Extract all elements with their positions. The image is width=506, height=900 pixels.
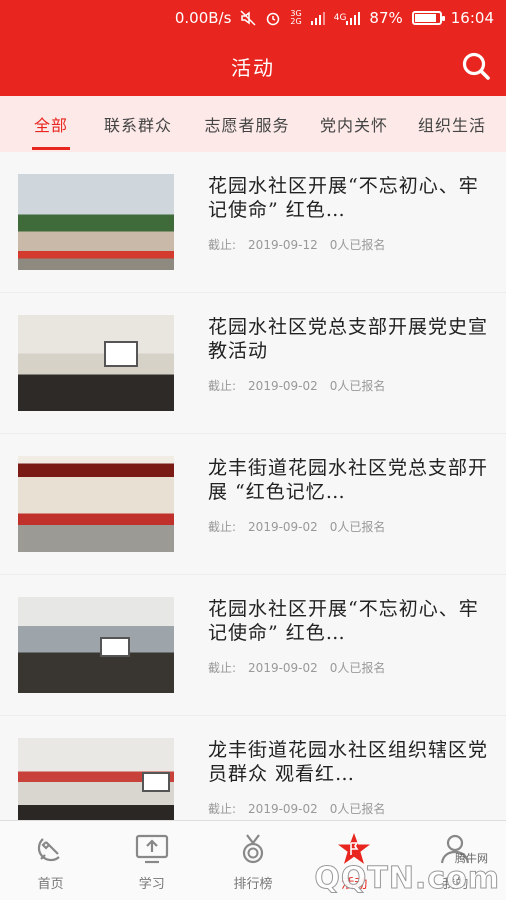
nav-label: 学习	[138, 877, 165, 892]
activity-thumbnail	[18, 597, 174, 693]
screen-upload-icon	[134, 831, 170, 867]
clock: 16:04	[450, 9, 494, 27]
nav-label: 首页	[37, 877, 64, 892]
tab-party-care[interactable]: 党内关怀	[306, 96, 402, 152]
page-title: 活动	[231, 56, 275, 80]
signup-count: 0人已报名	[329, 802, 386, 816]
deadline-date: 2019-09-02	[248, 379, 318, 393]
activity-thumbnail	[18, 738, 174, 820]
status-bar: 0.00B/s 3G 2G 4G 87% 16:04	[0, 0, 506, 36]
activity-list: 花园水社区开展“不忘初心、牢记使命” 红色… 截止: 2019-09-12 0人已报…	[0, 152, 506, 820]
deadline-label: 截止:	[208, 661, 237, 675]
projector-screen	[142, 772, 170, 792]
activity-title: 龙丰街道花园水社区组织辖区党员群众 观看红…	[208, 739, 488, 785]
signup-count: 0人已报名	[329, 379, 386, 393]
deadline-date: 2019-09-02	[248, 802, 318, 816]
nav-label: 排行榜	[233, 877, 273, 892]
deadline-label: 截止:	[208, 238, 237, 252]
activity-meta: 截止: 2019-09-02 0人已报名	[208, 659, 397, 676]
network-2g-label: 2G	[290, 17, 302, 26]
category-tabs: 全部 联系群众 志愿者服务 党内关怀 组织生活	[0, 96, 506, 152]
signup-count: 0人已报名	[329, 238, 386, 252]
tab-contact-masses[interactable]: 联系群众	[88, 96, 188, 152]
projector-screen	[100, 637, 130, 657]
activity-item[interactable]: 花园水社区党总支部开展党史宣教活动 截止: 2019-09-02 0人已报名	[0, 293, 506, 434]
activity-title: 龙丰街道花园水社区党总支部开展 “红色记忆…	[208, 457, 488, 503]
tab-volunteer-service[interactable]: 志愿者服务	[188, 96, 306, 152]
deadline-label: 截止:	[208, 379, 237, 393]
activity-title: 花园水社区开展“不忘初心、牢记使命” 红色…	[208, 175, 479, 221]
projector-screen	[104, 341, 138, 367]
network-4g-label: 4G	[333, 13, 347, 23]
activity-item[interactable]: 龙丰街道花园水社区组织辖区党员群众 观看红… 截止: 2019-09-02 0人已报…	[0, 716, 506, 820]
search-icon	[462, 52, 490, 80]
activity-meta: 截止: 2019-09-02 0人已报名	[208, 800, 397, 817]
tab-label: 全部	[33, 116, 68, 135]
activity-item[interactable]: 花园水社区开展“不忘初心、牢记使命” 红色… 截止: 2019-09-12 0人已报…	[0, 152, 506, 293]
nav-study[interactable]: 学习	[101, 821, 202, 900]
watermark-logo: QQTN.com	[314, 861, 500, 897]
nav-ranking[interactable]: 排行榜	[202, 821, 303, 900]
network-speed: 0.00B/s	[174, 9, 232, 27]
tab-label: 联系群众	[103, 116, 172, 135]
activity-info: 龙丰街道花园水社区党总支部开展 “红色记忆… 截止: 2019-09-02 0人已报…	[208, 456, 488, 552]
bottom-nav: 首页 学习 排行榜 活动 我的 腾牛网 QQTN.com	[0, 820, 506, 900]
deadline-date: 2019-09-02	[248, 520, 318, 534]
alarm-icon	[265, 10, 281, 26]
nav-home[interactable]: 首页	[0, 821, 101, 900]
signal-bars-icon	[310, 11, 325, 25]
battery-percent: 87%	[369, 9, 403, 27]
mute-icon	[240, 10, 256, 26]
activity-meta: 截止: 2019-09-02 0人已报名	[208, 377, 397, 394]
activity-thumbnail	[18, 456, 174, 552]
battery-fill	[414, 14, 436, 22]
activity-thumbnail	[18, 174, 174, 270]
tab-label: 组织生活	[417, 116, 486, 135]
signal-4g-icon: 4G	[334, 11, 361, 25]
deadline-date: 2019-09-02	[248, 661, 318, 675]
hammer-sickle-icon	[33, 831, 69, 867]
activity-item[interactable]: 花园水社区开展“不忘初心、牢记使命” 红色… 截止: 2019-09-02 0人已报…	[0, 575, 506, 716]
activity-info: 花园水社区开展“不忘初心、牢记使命” 红色… 截止: 2019-09-12 0人已报…	[208, 174, 488, 270]
tab-organization-life[interactable]: 组织生活	[402, 96, 502, 152]
tab-label: 志愿者服务	[204, 116, 290, 135]
tab-all[interactable]: 全部	[16, 96, 86, 152]
search-button[interactable]	[458, 48, 494, 84]
activity-info: 龙丰街道花园水社区组织辖区党员群众 观看红… 截止: 2019-09-02 0人已报…	[208, 738, 488, 820]
deadline-label: 截止:	[208, 520, 237, 534]
deadline-date: 2019-09-12	[248, 238, 318, 252]
app-bar: 活动	[0, 36, 506, 96]
activity-meta: 截止: 2019-09-02 0人已报名	[208, 518, 397, 535]
signup-count: 0人已报名	[329, 520, 386, 534]
signal-3g-icon: 3G 2G	[290, 10, 301, 26]
tab-label: 党内关怀	[319, 116, 388, 135]
activity-title: 花园水社区党总支部开展党史宣教活动	[208, 316, 488, 362]
activity-item[interactable]: 龙丰街道花园水社区党总支部开展 “红色记忆… 截止: 2019-09-02 0人已报…	[0, 434, 506, 575]
deadline-label: 截止:	[208, 802, 237, 816]
activity-thumbnail	[18, 315, 174, 411]
activity-meta: 截止: 2019-09-12 0人已报名	[208, 236, 397, 253]
activity-title: 花园水社区开展“不忘初心、牢记使命” 红色…	[208, 598, 479, 644]
medal-icon	[235, 831, 271, 867]
activity-info: 花园水社区党总支部开展党史宣教活动 截止: 2019-09-02 0人已报名	[208, 315, 488, 411]
battery-icon	[411, 11, 445, 25]
signup-count: 0人已报名	[329, 661, 386, 675]
activity-info: 花园水社区开展“不忘初心、牢记使命” 红色… 截止: 2019-09-02 0人已报…	[208, 597, 488, 693]
